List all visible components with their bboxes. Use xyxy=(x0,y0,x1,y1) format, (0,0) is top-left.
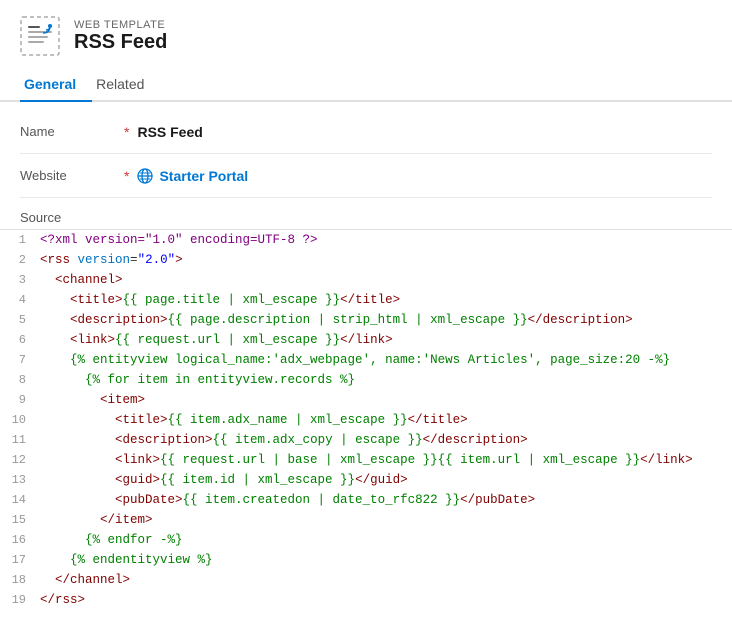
code-line: 4 <title>{{ page.title | xml_escape }}</… xyxy=(0,290,732,310)
code-line: 1<?xml version="1.0" encoding=UTF-8 ?> xyxy=(0,230,732,250)
line-number: 5 xyxy=(0,310,36,330)
code-line: 18 </channel> xyxy=(0,570,732,590)
code-line: 6 <link>{{ request.url | xml_escape }}</… xyxy=(0,330,732,350)
website-link-text: Starter Portal xyxy=(159,168,248,184)
line-number: 19 xyxy=(0,590,36,610)
code-line: 2<rss version="2.0"> xyxy=(0,250,732,270)
line-number: 12 xyxy=(0,450,36,470)
tab-general[interactable]: General xyxy=(20,68,92,102)
line-content: <link>{{ request.url | base | xml_escape… xyxy=(36,450,693,470)
name-row: Name * RSS Feed xyxy=(20,110,712,154)
code-editor[interactable]: 1<?xml version="1.0" encoding=UTF-8 ?>2<… xyxy=(0,229,732,610)
source-label: Source xyxy=(0,198,732,229)
line-content: <link>{{ request.url | xml_escape }}</li… xyxy=(36,330,393,350)
code-line: 17 {% endentityview %} xyxy=(0,550,732,570)
line-content: <rss version="2.0"> xyxy=(36,250,183,270)
line-number: 14 xyxy=(0,490,36,510)
line-number: 1 xyxy=(0,230,36,250)
line-content: {% for item in entityview.records %} xyxy=(36,370,355,390)
line-number: 3 xyxy=(0,270,36,290)
code-line: 8 {% for item in entityview.records %} xyxy=(0,370,732,390)
line-content: {% endentityview %} xyxy=(36,550,213,570)
code-line: 13 <guid>{{ item.id | xml_escape }}</gui… xyxy=(0,470,732,490)
code-line: 5 <description>{{ page.description | str… xyxy=(0,310,732,330)
line-number: 16 xyxy=(0,530,36,550)
line-number: 15 xyxy=(0,510,36,530)
website-link[interactable]: Starter Portal xyxy=(137,168,248,184)
code-line: 12 <link>{{ request.url | base | xml_esc… xyxy=(0,450,732,470)
line-number: 10 xyxy=(0,410,36,430)
line-number: 17 xyxy=(0,550,36,570)
line-number: 6 xyxy=(0,330,36,350)
code-line: 11 <description>{{ item.adx_copy | escap… xyxy=(0,430,732,450)
line-number: 2 xyxy=(0,250,36,270)
website-row: Website * Starter Portal xyxy=(20,154,712,198)
line-content: <guid>{{ item.id | xml_escape }}</guid> xyxy=(36,470,408,490)
line-content: <description>{{ page.description | strip… xyxy=(36,310,633,330)
tab-related[interactable]: Related xyxy=(92,68,160,102)
line-number: 4 xyxy=(0,290,36,310)
line-content: <description>{{ item.adx_copy | escape }… xyxy=(36,430,528,450)
line-number: 7 xyxy=(0,350,36,370)
name-label: Name xyxy=(20,124,120,139)
name-value: RSS Feed xyxy=(137,124,202,140)
line-content: <item> xyxy=(36,390,145,410)
page-subtitle: WEB TEMPLATE xyxy=(74,19,167,31)
line-content: {% entityview logical_name:'adx_webpage'… xyxy=(36,350,670,370)
line-number: 18 xyxy=(0,570,36,590)
line-content: </rss> xyxy=(36,590,85,610)
tab-bar: General Related xyxy=(0,68,732,102)
website-required: * xyxy=(124,168,129,184)
line-number: 8 xyxy=(0,370,36,390)
page-title: RSS Feed xyxy=(74,31,167,54)
form-section: Name * RSS Feed Website * Starter Portal xyxy=(0,102,732,198)
code-line: 14 <pubDate>{{ item.createdon | date_to_… xyxy=(0,490,732,510)
code-line: 9 <item> xyxy=(0,390,732,410)
code-line: 3 <channel> xyxy=(0,270,732,290)
line-content: <pubDate>{{ item.createdon | date_to_rfc… xyxy=(36,490,535,510)
line-content: <?xml version="1.0" encoding=UTF-8 ?> xyxy=(36,230,318,250)
line-content: </channel> xyxy=(36,570,130,590)
line-content: <title>{{ page.title | xml_escape }}</ti… xyxy=(36,290,400,310)
line-content: <channel> xyxy=(36,270,123,290)
line-number: 11 xyxy=(0,430,36,450)
website-label: Website xyxy=(20,168,120,183)
code-line: 16 {% endfor -%} xyxy=(0,530,732,550)
code-line: 19</rss> xyxy=(0,590,732,610)
code-line: 7 {% entityview logical_name:'adx_webpag… xyxy=(0,350,732,370)
line-content: {% endfor -%} xyxy=(36,530,183,550)
header-text-block: WEB TEMPLATE RSS Feed xyxy=(74,19,167,54)
line-number: 9 xyxy=(0,390,36,410)
code-line: 10 <title>{{ item.adx_name | xml_escape … xyxy=(0,410,732,430)
line-number: 13 xyxy=(0,470,36,490)
name-required: * xyxy=(124,124,129,140)
line-content: </item> xyxy=(36,510,153,530)
page-header: WEB TEMPLATE RSS Feed xyxy=(0,0,732,68)
line-content: <title>{{ item.adx_name | xml_escape }}<… xyxy=(36,410,468,430)
globe-icon xyxy=(137,168,153,184)
web-template-icon xyxy=(20,16,60,56)
code-line: 15 </item> xyxy=(0,510,732,530)
